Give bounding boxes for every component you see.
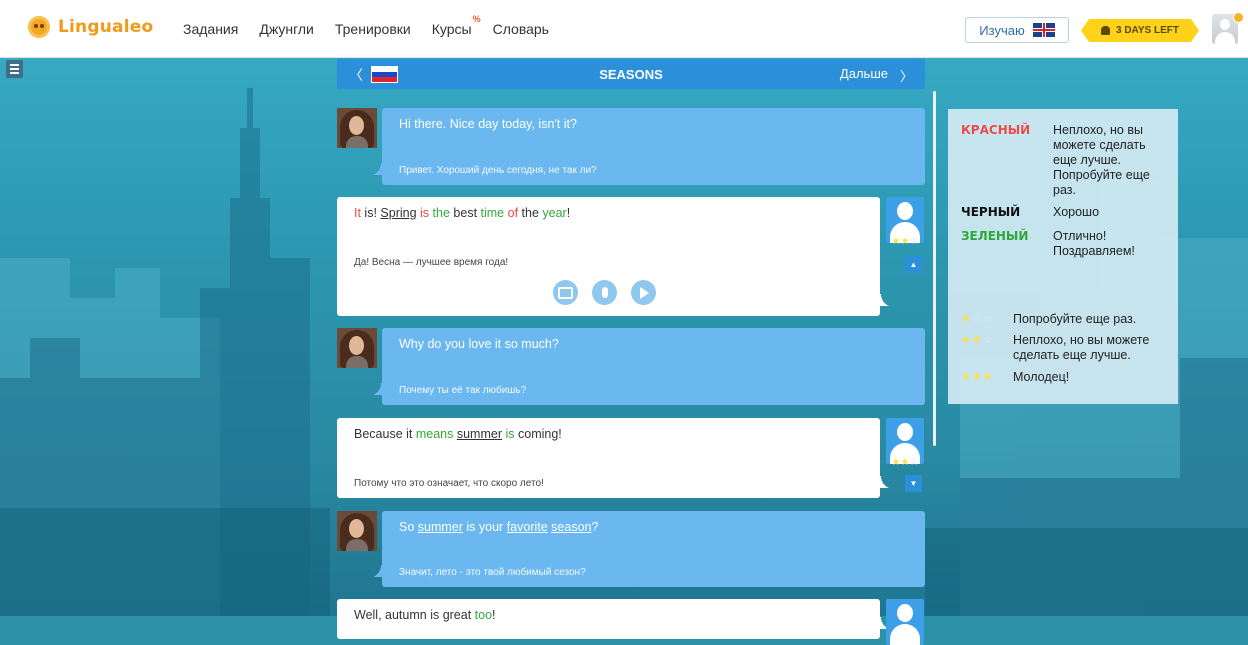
main-nav: Задания Джунгли Тренировки Курсы% Словар… [183, 14, 549, 37]
message-english: Because it means summer is coming! [354, 427, 562, 441]
nav-item-tasks[interactable]: Задания [183, 21, 238, 37]
days-left-badge[interactable]: 3 DAYS LEFT [1081, 19, 1199, 42]
message-controls [553, 280, 656, 305]
npc-message: So summer is your favorite season? Значи… [368, 511, 925, 587]
message-translation: Привет. Хороший день сегодня, не так ли? [399, 165, 597, 176]
npc-message: Hi there. Nice day today, isn't it? Прив… [368, 108, 925, 185]
legend-star-row: ★★☆ Неплохо, но вы можете сделать еще лу… [961, 333, 1163, 363]
legend-star-row: ★☆☆ Попробуйте еще раз. [961, 312, 1163, 327]
legend-desc: Хорошо [1053, 205, 1100, 219]
message-english: Well, autumn is great too! [354, 608, 496, 622]
message-translation: Значит, лето - это твой любимый сезон? [399, 567, 586, 578]
rating-stars: ★★☆ [891, 236, 919, 247]
legend-row: ЗЕЛЕНЫЙ Отлично! Поздравляем! [961, 229, 1163, 259]
message-english: Why do you love it so much? [399, 337, 559, 351]
next-button[interactable]: Дальше 〉 [840, 66, 913, 85]
uk-flag-icon [1032, 23, 1055, 37]
hamburger-menu-icon[interactable] [6, 60, 23, 78]
lesson-title: SEASONS [599, 67, 663, 82]
message-translation: Да! Весна — лучшее время года! [354, 257, 509, 268]
nav-item-trainings[interactable]: Тренировки [335, 21, 411, 37]
three-star-icon: ★★★ [961, 371, 994, 383]
nav-item-dictionary[interactable]: Словарь [493, 21, 549, 37]
days-left-text: 3 DAYS LEFT [1116, 25, 1179, 36]
nav-item-courses-label: Курсы [431, 21, 472, 37]
user-avatar [886, 599, 924, 645]
message-translation: Почему ты её так любишь? [399, 385, 527, 396]
next-label: Дальше [839, 66, 888, 81]
learning-language-button[interactable]: Изучаю [965, 17, 1069, 43]
legend-desc: Неплохо, но вы можете сделать еще лучше.… [1053, 123, 1150, 197]
npc-avatar [337, 328, 377, 368]
play-icon[interactable] [631, 280, 656, 305]
user-message: Well, autumn is great too! [337, 599, 894, 639]
message-english: So summer is your favorite season? [399, 520, 599, 534]
logo[interactable]: Lingualeo [28, 16, 153, 38]
legend-star-desc: Попробуйте еще раз. [1013, 312, 1137, 326]
npc-avatar [337, 108, 377, 148]
legend-row: КРАСНЫЙ Неплохо, но вы можете сделать ещ… [961, 123, 1163, 198]
nav-item-courses[interactable]: Курсы% [431, 14, 481, 37]
npc-avatar [337, 511, 377, 551]
message-english: Hi there. Nice day today, isn't it? [399, 117, 577, 131]
user-message: Because it means summer is coming! Потом… [337, 418, 894, 498]
chat-scrollbar[interactable] [933, 91, 936, 446]
nav-item-jungle[interactable]: Джунгли [259, 21, 314, 37]
two-star-icon: ★★☆ [961, 334, 994, 346]
discount-badge: % [472, 14, 481, 24]
video-icon[interactable] [553, 280, 578, 305]
message-translation: Потому что это означает, что скоро лето! [354, 478, 544, 489]
legend-key-black: ЧЕРНЫЙ [961, 205, 1021, 219]
rating-stars: ★★☆ [891, 457, 919, 468]
legend-row: ЧЕРНЫЙ Хорошо [961, 205, 1163, 220]
legend-star-desc: Молодец! [1013, 370, 1070, 384]
lion-logo-icon [28, 16, 50, 38]
scoring-legend-panel: КРАСНЫЙ Неплохо, но вы можете сделать ещ… [948, 109, 1178, 404]
message-english: It is! Spring is the best time of the ye… [354, 206, 571, 220]
legend-desc: Отлично! Поздравляем! [1053, 229, 1135, 258]
logo-text: Lingualeo [58, 17, 154, 37]
next-chevron-icon: 〉 [899, 69, 913, 84]
lesson-header: 〈 SEASONS Дальше 〉 [337, 59, 925, 89]
collapse-toggle-icon[interactable]: ▲ [905, 256, 922, 273]
learning-label: Изучаю [979, 22, 1025, 38]
legend-key-green: ЗЕЛЕНЫЙ [961, 229, 1029, 243]
legend-star-desc: Неплохо, но вы можете сделать еще лучше. [1013, 333, 1150, 362]
legend-star-row: ★★★ Молодец! [961, 370, 1163, 385]
legend-key-red: КРАСНЫЙ [961, 123, 1031, 137]
microphone-icon[interactable] [592, 280, 617, 305]
top-navigation: Lingualeo Задания Джунгли Тренировки Кур… [0, 0, 1248, 58]
expand-toggle-icon[interactable]: ▼ [905, 475, 922, 492]
one-star-icon: ★☆☆ [961, 313, 994, 325]
notification-dot-icon [1233, 12, 1244, 23]
npc-message: Why do you love it so much? Почему ты её… [368, 328, 925, 405]
bell-icon [1101, 26, 1110, 35]
